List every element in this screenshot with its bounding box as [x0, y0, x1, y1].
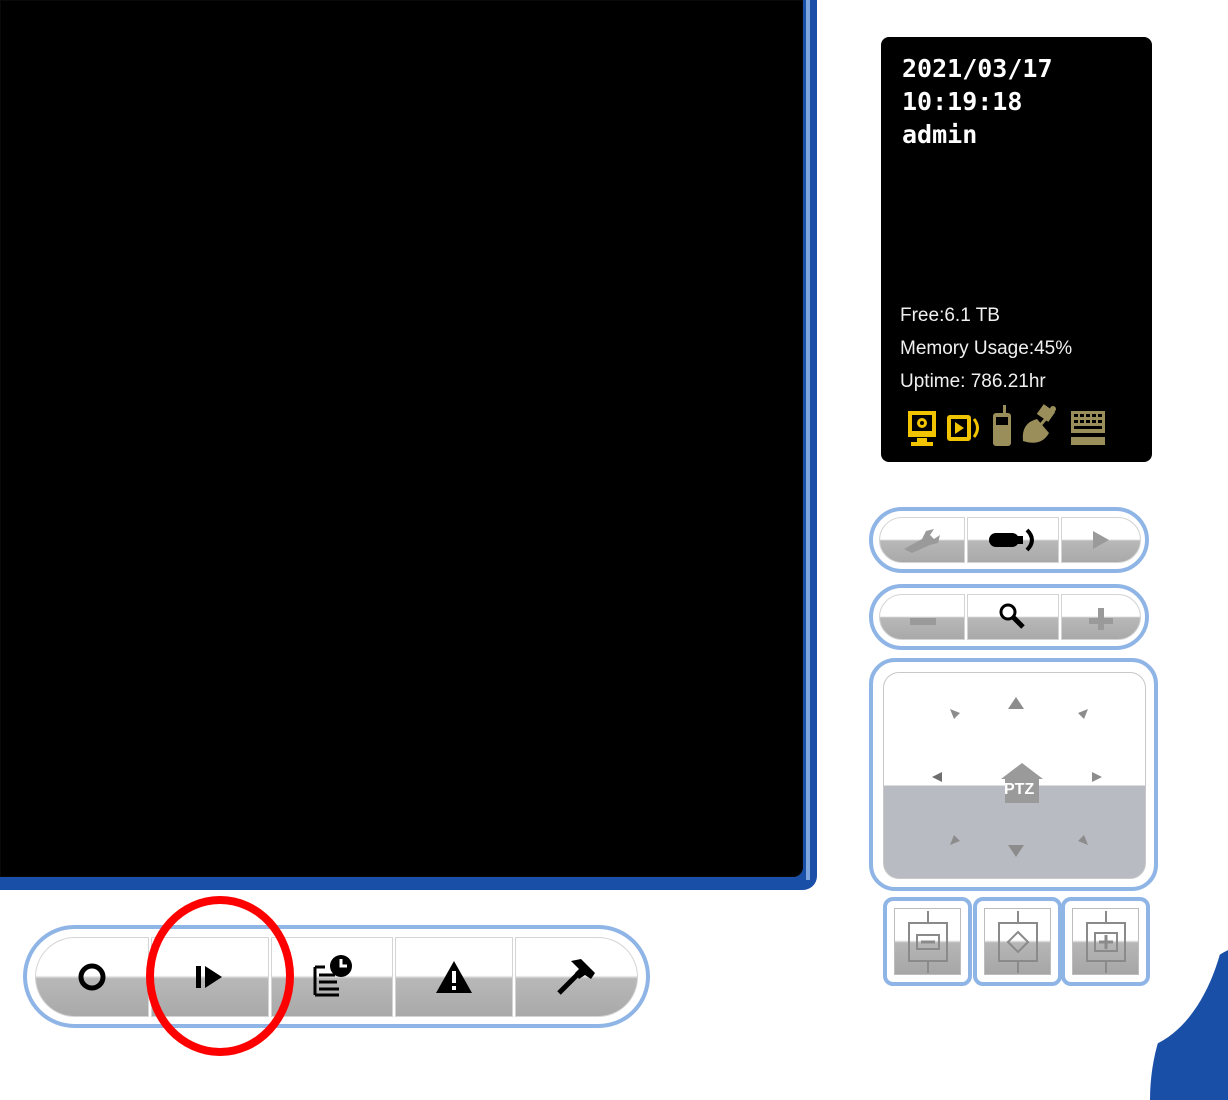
schedule-icon	[313, 955, 352, 997]
zoom-plus-box-icon	[1086, 911, 1126, 973]
focus-far-button[interactable]	[1061, 897, 1150, 986]
zoom-out-icon	[910, 618, 936, 625]
status-panel: 2021/03/17 10:19:18 admin Free:6.1 TB Me…	[881, 37, 1152, 462]
ptz-down-arrow[interactable]	[1008, 845, 1024, 857]
status-memory-usage: Memory Usage:45%	[900, 338, 1073, 359]
zoom-out-button[interactable]	[879, 594, 965, 640]
focus-auto-button[interactable]	[973, 897, 1062, 986]
camera-audio-button[interactable]	[967, 517, 1059, 563]
play-button[interactable]	[1061, 517, 1141, 563]
ptz-up-right-arrow[interactable]	[1078, 709, 1088, 719]
magnifier-icon	[999, 603, 1025, 629]
status-icons	[905, 404, 1107, 447]
monitor-icon	[908, 411, 936, 446]
digital-zoom-button[interactable]	[967, 594, 1059, 640]
alarm-warning-icon	[436, 961, 472, 993]
ptz-up-left-arrow[interactable]	[950, 709, 960, 719]
focus-near-button[interactable]	[883, 897, 972, 986]
status-user: admin	[902, 120, 978, 149]
playback-speaker-icon	[947, 415, 979, 441]
video-frame-edge	[806, 0, 810, 880]
tools-button[interactable]	[515, 937, 638, 1017]
tools-hammer-icon	[556, 959, 595, 995]
satellite-icon	[1022, 404, 1056, 443]
ptz-panel: PTZ	[869, 658, 1158, 891]
camera-audio-icon	[989, 528, 1034, 552]
ptz-pad: PTZ	[883, 672, 1146, 879]
zoom-in-icon	[1089, 608, 1113, 630]
wrench-icon	[904, 529, 940, 553]
ptz-down-left-arrow[interactable]	[950, 835, 960, 845]
video-view[interactable]	[0, 0, 803, 877]
keyboard-icon	[1071, 411, 1105, 445]
ptz-up-arrow[interactable]	[1008, 697, 1024, 709]
status-free-space: Free:6.1 TB	[900, 305, 1000, 326]
mobile-phone-icon	[993, 405, 1011, 446]
ptz-left-arrow[interactable]	[932, 772, 942, 782]
status-time: 10:19:18	[902, 87, 1023, 116]
play-icon	[1093, 531, 1109, 549]
alarm-button[interactable]	[395, 937, 513, 1017]
ptz-right-arrow[interactable]	[1092, 772, 1102, 782]
ptz-home-label: PTZ	[1004, 781, 1035, 798]
record-icon	[78, 963, 106, 991]
video-frame	[0, 0, 817, 890]
status-date: 2021/03/17	[902, 54, 1053, 83]
side-control-group-1	[869, 507, 1149, 573]
highlight-circle	[146, 896, 294, 1056]
ptz-home-button[interactable]: PTZ	[999, 761, 1045, 805]
status-uptime: Uptime: 786.21hr	[900, 371, 1046, 392]
side-control-group-2	[869, 584, 1149, 650]
setup-button[interactable]	[879, 517, 965, 563]
zoom-minus-box-icon	[908, 911, 948, 973]
zoom-diamond-box-icon	[998, 911, 1038, 973]
record-button[interactable]	[35, 937, 149, 1017]
bottom-toolbar	[23, 925, 650, 1028]
zoom-in-button[interactable]	[1061, 594, 1141, 640]
ptz-down-right-arrow[interactable]	[1078, 835, 1088, 845]
